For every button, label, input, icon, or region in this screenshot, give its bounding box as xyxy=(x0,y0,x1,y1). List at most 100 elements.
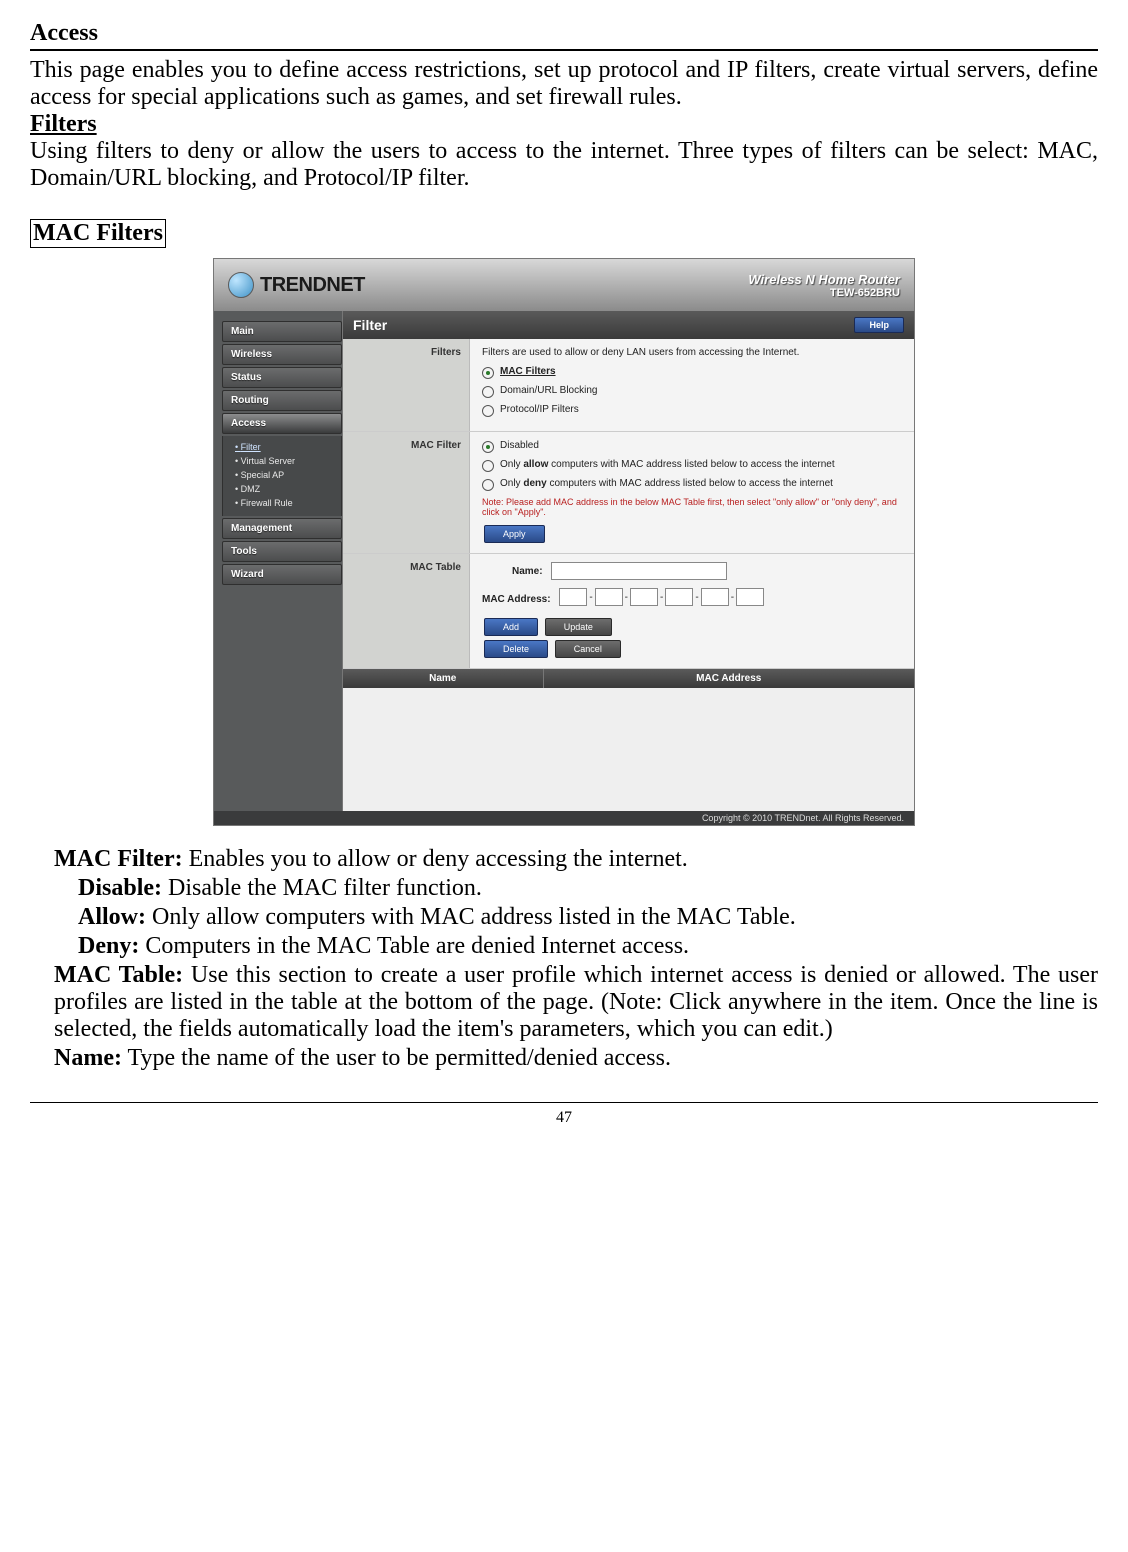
radio-mac-label: MAC Filters xyxy=(500,366,556,377)
sidebar: Main Wireless Status Routing Access • Fi… xyxy=(214,311,342,811)
nav-access-sub: • Filter • Virtual Server • Special AP •… xyxy=(222,436,342,516)
subnav-filter[interactable]: • Filter xyxy=(235,440,337,454)
filters-heading: Filters xyxy=(30,111,1098,138)
nav-wireless[interactable]: Wireless xyxy=(222,344,342,365)
name-input[interactable] xyxy=(551,562,727,580)
mac-octet-4[interactable] xyxy=(665,588,693,606)
nav-status[interactable]: Status xyxy=(222,367,342,388)
panel-title: Filter xyxy=(353,317,387,333)
filters-desc: Filters are used to allow or deny LAN us… xyxy=(482,347,902,358)
def-name-body: Type the name of the user to be permitte… xyxy=(122,1045,671,1071)
radio-disabled[interactable]: Disabled xyxy=(482,440,902,453)
subnav-firewall-rule[interactable]: • Firewall Rule xyxy=(235,496,337,510)
radio-deny-label: Only deny computers with MAC address lis… xyxy=(500,478,833,489)
mac-address-label: MAC Address: xyxy=(482,594,551,605)
mac-octet-2[interactable] xyxy=(595,588,623,606)
delete-button[interactable]: Delete xyxy=(484,640,548,658)
router-footer: Copyright © 2010 TRENDnet. All Rights Re… xyxy=(214,811,914,825)
help-button[interactable]: Help xyxy=(854,317,904,333)
radio-protocol-label: Protocol/IP Filters xyxy=(500,404,579,415)
mac-octet-1[interactable] xyxy=(559,588,587,606)
subnav-sap-label: Special AP xyxy=(241,470,285,480)
update-button[interactable]: Update xyxy=(545,618,612,636)
brand: TRENDNET xyxy=(228,272,365,298)
page-number: 47 xyxy=(30,1102,1098,1127)
nav-routing[interactable]: Routing xyxy=(222,390,342,411)
radio-domain-label: Domain/URL Blocking xyxy=(500,385,597,396)
def-name: Name: Type the name of the user to be pe… xyxy=(54,1045,1098,1072)
def-deny-body: Computers in the MAC Table are denied In… xyxy=(139,933,689,959)
nav-access[interactable]: Access xyxy=(222,413,342,434)
content: Filter Help Filters Filters are used to … xyxy=(342,311,914,811)
radio-domain-blocking[interactable]: Domain/URL Blocking xyxy=(482,385,902,398)
th-mac-address: MAC Address xyxy=(544,669,915,688)
radio-disabled-label: Disabled xyxy=(500,440,539,451)
subnav-virtual-server[interactable]: • Virtual Server xyxy=(235,454,337,468)
mac-filter-row-body: Disabled Only allow computers with MAC a… xyxy=(470,432,914,553)
radio-only-deny[interactable]: Only deny computers with MAC address lis… xyxy=(482,478,902,491)
access-body: This page enables you to define access r… xyxy=(30,57,1098,111)
def-name-label: Name: xyxy=(54,1045,122,1071)
filters-row-body: Filters are used to allow or deny LAN us… xyxy=(470,339,914,431)
def-disable-body: Disable the MAC filter function. xyxy=(162,875,482,901)
radio-mac-filters[interactable]: MAC Filters xyxy=(482,366,902,379)
panel-title-bar: Filter Help xyxy=(343,311,914,339)
mac-octet-5[interactable] xyxy=(701,588,729,606)
def-disable-label: Disable: xyxy=(78,875,162,901)
nav-tools[interactable]: Tools xyxy=(222,541,342,562)
filters-row: Filters Filters are used to allow or den… xyxy=(343,339,914,432)
radio-protocol-ip[interactable]: Protocol/IP Filters xyxy=(482,404,902,417)
radio-only-allow[interactable]: Only allow computers with MAC address li… xyxy=(482,459,902,472)
mac-table-row-body: Name: MAC Address: - - - - - xyxy=(470,554,914,668)
radio-allow-label: Only allow computers with MAC address li… xyxy=(500,459,835,470)
deny-prefix: Only xyxy=(500,478,523,489)
subnav-vs-label: Virtual Server xyxy=(241,456,295,466)
mac-filter-note: Note: Please add MAC address in the belo… xyxy=(482,497,902,517)
deny-bold: deny xyxy=(523,478,546,489)
th-name: Name xyxy=(343,669,544,688)
access-heading: Access xyxy=(30,20,1098,47)
def-mac-filter-body: Enables you to allow or deny accessing t… xyxy=(183,846,688,872)
allow-rest: computers with MAC address listed below … xyxy=(551,459,834,470)
def-allow: Allow: Only allow computers with MAC add… xyxy=(78,904,1098,931)
subnav-dmz[interactable]: • DMZ xyxy=(235,482,337,496)
def-mac-table-body: Use this section to create a user profil… xyxy=(54,962,1098,1042)
cancel-button[interactable]: Cancel xyxy=(555,640,621,658)
subnav-special-ap[interactable]: • Special AP xyxy=(235,468,337,482)
subnav-fw-label: Firewall Rule xyxy=(241,498,293,508)
def-mac-table: MAC Table: Use this section to create a … xyxy=(54,962,1098,1043)
brand-icon xyxy=(228,272,254,298)
mac-filter-row-label: MAC Filter xyxy=(343,432,470,553)
filters-row-label: Filters xyxy=(343,339,470,431)
def-mac-filter-label: MAC Filter: xyxy=(54,846,183,872)
mac-octet-3[interactable] xyxy=(630,588,658,606)
product-info: Wireless N Home Router TEW-652BRU xyxy=(748,272,900,299)
def-allow-body: Only allow computers with MAC address li… xyxy=(146,904,796,930)
filters-body: Using filters to deny or allow the users… xyxy=(30,138,1098,192)
add-button[interactable]: Add xyxy=(484,618,538,636)
deny-rest: computers with MAC address listed below … xyxy=(549,478,832,489)
mac-octet-6[interactable] xyxy=(736,588,764,606)
nav-main[interactable]: Main xyxy=(222,321,342,342)
nav-management[interactable]: Management xyxy=(222,518,342,539)
router-screenshot: TRENDNET Wireless N Home Router TEW-652B… xyxy=(213,258,915,826)
allow-prefix: Only xyxy=(500,459,523,470)
mac-table-row: MAC Table Name: MAC Address: - - - - xyxy=(343,554,914,669)
radio-icon xyxy=(482,367,494,379)
radio-icon xyxy=(482,479,494,491)
radio-icon xyxy=(482,405,494,417)
apply-button[interactable]: Apply xyxy=(484,525,545,543)
def-deny-label: Deny: xyxy=(78,933,139,959)
router-header: TRENDNET Wireless N Home Router TEW-652B… xyxy=(214,259,914,311)
def-allow-label: Allow: xyxy=(78,904,146,930)
mac-filter-row: MAC Filter Disabled Only allow computers… xyxy=(343,432,914,554)
mac-filters-heading: MAC Filters xyxy=(30,219,166,248)
mac-address-fields: - - - - - xyxy=(559,588,764,606)
nav-wizard[interactable]: Wizard xyxy=(222,564,342,585)
product-model: TEW-652BRU xyxy=(748,287,900,299)
table-header: Name MAC Address xyxy=(343,669,914,688)
radio-icon xyxy=(482,460,494,472)
allow-bold: allow xyxy=(523,459,548,470)
def-disable: Disable: Disable the MAC filter function… xyxy=(78,875,1098,902)
subnav-filter-label: Filter xyxy=(241,442,261,452)
